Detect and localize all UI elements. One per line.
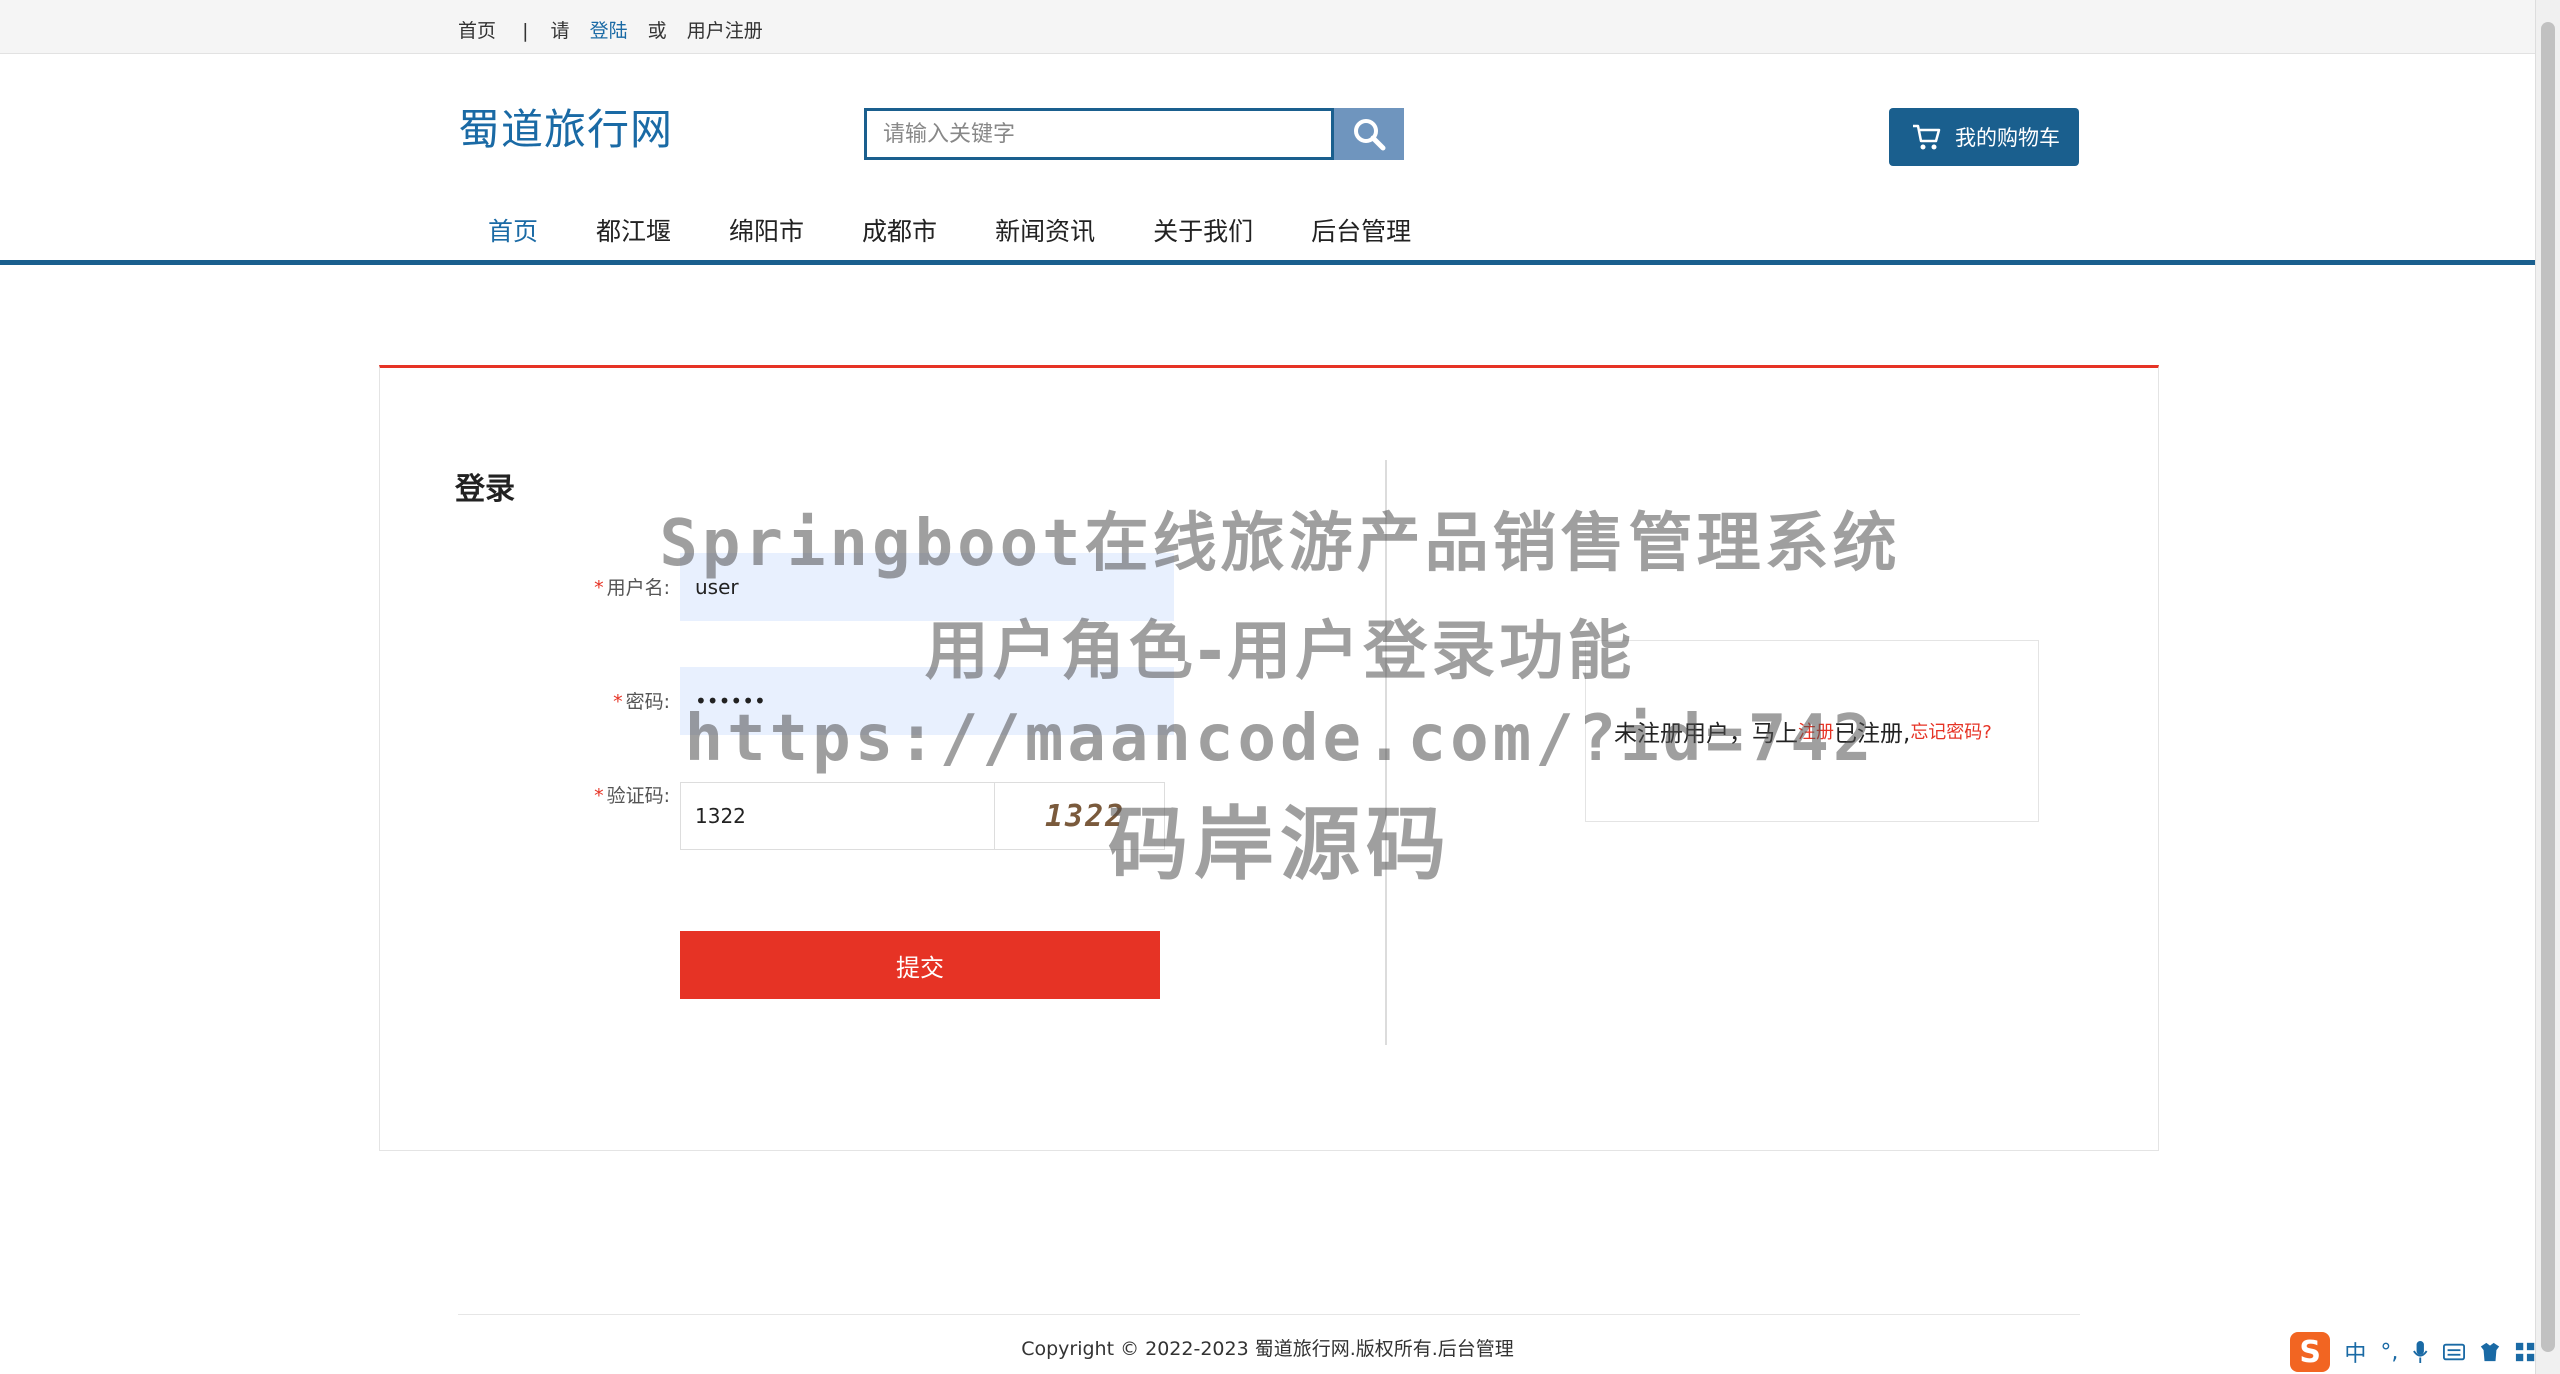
footer-divider	[458, 1314, 2080, 1315]
top-links: 首页 | 请 登陆 或 用户注册	[458, 16, 777, 43]
top-please-text: 请	[550, 20, 570, 42]
watermark-line-2: 用户角色-用户登录功能	[924, 615, 1636, 689]
top-home-link[interactable]: 首页	[458, 20, 496, 42]
cart-icon	[1913, 124, 1941, 150]
top-utility-bar: 首页 | 请 登陆 或 用户注册	[0, 0, 2535, 54]
page-scrollbar[interactable]	[2535, 0, 2560, 1374]
skin-icon[interactable]	[2479, 1341, 2501, 1363]
nav-item-home[interactable]: 首页	[488, 212, 538, 252]
watermark-line-1: Springboot在线旅游产品销售管理系统	[659, 507, 1901, 581]
main-nav: 首页 都江堰 绵阳市 成都市 新闻资讯 关于我们 后台管理	[458, 212, 1469, 252]
nav-item-mianyang[interactable]: 绵阳市	[729, 212, 804, 252]
nav-item-news[interactable]: 新闻资讯	[995, 212, 1095, 252]
grid-menu-icon[interactable]	[2515, 1341, 2535, 1363]
cart-label: 我的购物车	[1955, 126, 2060, 150]
top-login-link[interactable]: 登陆	[590, 20, 628, 42]
keyboard-icon[interactable]	[2442, 1342, 2465, 1362]
scrollbar-thumb[interactable]	[2541, 22, 2555, 1352]
ime-toolbar: S 中 °,	[2290, 1330, 2535, 1374]
watermark-line-4: 码岸源码	[1108, 798, 1452, 891]
submit-button[interactable]: 提交	[680, 931, 1160, 999]
site-logo[interactable]: 蜀道旅行网	[458, 96, 673, 157]
ime-punctuation[interactable]: °,	[2380, 1340, 2398, 1365]
nav-item-about[interactable]: 关于我们	[1153, 212, 1253, 252]
nav-divider	[0, 260, 2535, 265]
microphone-icon[interactable]	[2412, 1339, 2429, 1365]
nav-item-chengdu[interactable]: 成都市	[862, 212, 937, 252]
ime-logo-icon[interactable]: S	[2290, 1332, 2331, 1372]
ime-language[interactable]: 中	[2344, 1336, 2366, 1368]
search-bar	[864, 108, 1404, 160]
search-icon	[1354, 119, 1386, 151]
nav-item-dujiangyan[interactable]: 都江堰	[596, 212, 671, 252]
nav-item-admin[interactable]: 后台管理	[1311, 212, 1411, 252]
search-input[interactable]	[864, 108, 1334, 160]
top-register-link[interactable]: 用户注册	[687, 20, 763, 42]
top-separator: |	[522, 20, 529, 42]
cart-button[interactable]: 我的购物车	[1889, 108, 2079, 166]
search-button[interactable]	[1334, 108, 1404, 160]
top-or-text: 或	[647, 20, 667, 42]
watermark-line-3: https://maancode.com/?id=742	[684, 702, 1876, 776]
login-title: 登录	[455, 472, 515, 507]
footer-copyright: Copyright © 2022-2023 蜀道旅行网.版权所有.后台管理	[1021, 1338, 1514, 1360]
